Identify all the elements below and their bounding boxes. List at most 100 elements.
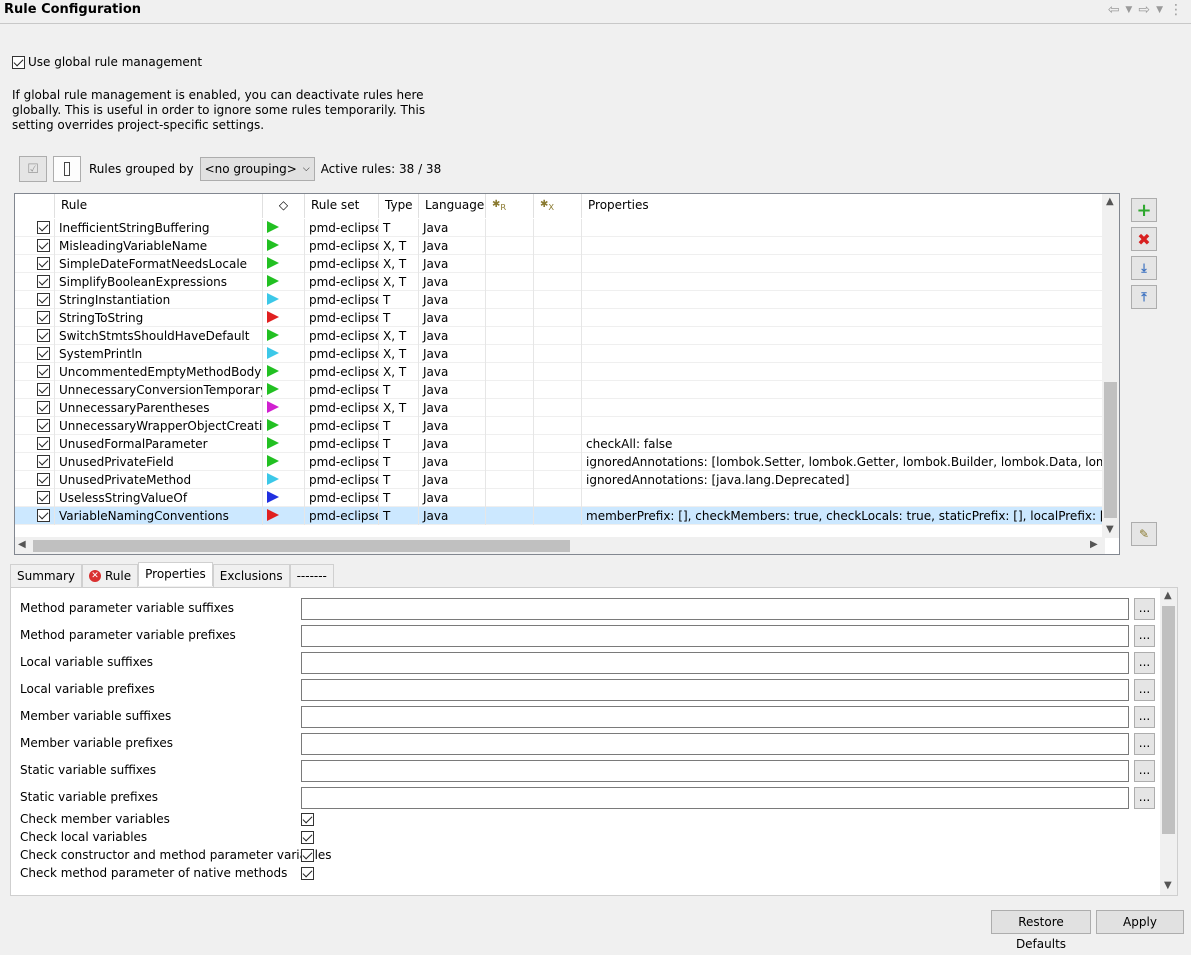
table-horizontal-scrollbar[interactable]: ◀ ▶ <box>15 537 1105 554</box>
tab-properties[interactable]: Properties <box>138 562 213 586</box>
table-row[interactable]: StringToString pmd-eclipse T Java <box>15 309 1104 327</box>
table-row[interactable]: UnnecessaryWrapperObjectCreation pmd-ecli… <box>15 417 1104 435</box>
rule-enabled-checkbox[interactable] <box>37 455 50 468</box>
property-checkbox[interactable] <box>301 849 314 862</box>
rule-enabled-checkbox[interactable] <box>37 365 50 378</box>
import-rules-button[interactable]: ⤓ <box>1131 256 1157 280</box>
global-rule-label: Use global rule management <box>28 55 203 69</box>
table-vertical-scrollbar[interactable]: ▲ ▼ <box>1102 194 1119 538</box>
rule-enabled-checkbox[interactable] <box>37 257 50 270</box>
more-menu-icon[interactable]: ⋮ <box>1169 2 1183 18</box>
table-row[interactable]: UncommentedEmptyMethodBody pmd-eclipse X, … <box>15 363 1104 381</box>
rule-enabled-checkbox[interactable] <box>37 437 50 450</box>
property-input[interactable] <box>301 760 1129 782</box>
rule-enabled-checkbox[interactable] <box>37 347 50 360</box>
property-browse-button[interactable]: ... <box>1134 706 1155 728</box>
rule-violation-x-icon[interactable]: ✱X <box>534 194 582 218</box>
back-dropdown-icon[interactable]: ▼ <box>1125 5 1132 18</box>
property-browse-button[interactable]: ... <box>1134 652 1155 674</box>
table-row[interactable]: UnnecessaryParentheses pmd-eclipse X, T Jav… <box>15 399 1104 417</box>
rule-enabled-checkbox[interactable] <box>37 275 50 288</box>
header-rule-set[interactable]: Rule set <box>305 194 379 218</box>
back-arrow-icon[interactable]: ⇦ <box>1108 2 1120 18</box>
property-input[interactable] <box>301 598 1129 620</box>
scroll-up-icon[interactable]: ▲ <box>1106 196 1114 207</box>
scroll-up-icon[interactable]: ▲ <box>1164 590 1172 601</box>
property-checkbox[interactable] <box>301 831 314 844</box>
table-row[interactable]: SimplifyBooleanExpressions pmd-eclipse X, … <box>15 273 1104 291</box>
apply-button[interactable]: Apply <box>1096 910 1184 934</box>
rule-name: StringInstantiation <box>55 291 263 309</box>
rule-enabled-checkbox[interactable] <box>37 509 50 522</box>
grouping-select[interactable]: <no grouping> ⌵ <box>199 157 315 181</box>
rule-enabled-checkbox[interactable] <box>37 221 50 234</box>
property-input[interactable] <box>301 652 1129 674</box>
forward-dropdown-icon[interactable]: ▼ <box>1156 5 1163 18</box>
rule-violation-r-icon[interactable]: ✱R <box>486 194 534 218</box>
rule-enabled-checkbox[interactable] <box>37 239 50 252</box>
sort-button[interactable] <box>53 156 81 182</box>
rule-enabled-checkbox[interactable] <box>37 293 50 306</box>
restore-defaults-button[interactable]: Restore Defaults <box>991 910 1091 951</box>
table-row[interactable]: UnusedPrivateField pmd-eclipse T Java ignore… <box>15 453 1104 471</box>
global-rule-management[interactable]: Use global rule management <box>12 55 202 69</box>
table-row[interactable]: StringInstantiation pmd-eclipse T Java <box>15 291 1104 309</box>
header-type[interactable]: Type <box>379 194 419 218</box>
rules-table[interactable]: Rule ◇ Rule set Type Language ✱R ✱X Prop… <box>14 193 1120 555</box>
scroll-left-icon[interactable]: ◀ <box>18 539 26 550</box>
table-row[interactable]: UnusedFormalParameter pmd-eclipse T Java che… <box>15 435 1104 453</box>
property-browse-button[interactable]: ... <box>1134 760 1155 782</box>
table-row[interactable]: UnusedPrivateMethod pmd-eclipse T Java ignor… <box>15 471 1104 489</box>
property-input[interactable] <box>301 733 1129 755</box>
header-rule[interactable]: Rule <box>55 194 263 218</box>
header-language[interactable]: Language <box>419 194 486 218</box>
property-input[interactable] <box>301 679 1129 701</box>
property-browse-button[interactable]: ... <box>1134 679 1155 701</box>
scroll-down-icon[interactable]: ▼ <box>1106 524 1114 535</box>
rule-enabled-checkbox[interactable] <box>37 311 50 324</box>
table-row[interactable]: UnnecessaryConversionTemporary pmd-eclips… <box>15 381 1104 399</box>
property-browse-button[interactable]: ... <box>1134 787 1155 809</box>
export-rules-button[interactable]: ⤒ <box>1131 285 1157 309</box>
scroll-right-icon[interactable]: ▶ <box>1090 539 1098 550</box>
tab-xpath[interactable]: ------- <box>289 564 334 587</box>
forward-arrow-icon[interactable]: ⇨ <box>1138 2 1150 18</box>
properties-vertical-scrollbar[interactable]: ▲ ▼ <box>1160 588 1177 895</box>
tab-rule[interactable]: ✕ Rule <box>82 564 139 587</box>
global-rule-checkbox[interactable] <box>12 55 25 69</box>
tab-exclusions[interactable]: Exclusions <box>212 564 290 587</box>
rule-enabled-checkbox[interactable] <box>37 383 50 396</box>
property-browse-button[interactable]: ... <box>1134 733 1155 755</box>
table-row[interactable]: InefficientStringBuffering pmd-eclipse T Ja… <box>15 219 1104 237</box>
add-rule-button[interactable]: + <box>1131 198 1157 222</box>
property-browse-button[interactable]: ... <box>1134 625 1155 647</box>
diamond-icon[interactable]: ◇ <box>263 194 305 218</box>
header-properties[interactable]: Properties <box>582 194 1105 218</box>
properties-scroll-thumb[interactable] <box>1162 606 1175 834</box>
check-all-button[interactable]: ☑ <box>19 156 47 182</box>
table-row[interactable]: SimpleDateFormatNeedsLocale pmd-eclipse X,… <box>15 255 1104 273</box>
property-checkbox[interactable] <box>301 813 314 826</box>
rule-enabled-checkbox[interactable] <box>37 329 50 342</box>
property-checkbox[interactable] <box>301 867 314 880</box>
table-row[interactable]: SystemPrintln pmd-eclipse X, T Java <box>15 345 1104 363</box>
rule-enabled-checkbox[interactable] <box>37 419 50 432</box>
table-row[interactable]: UselessStringValueOf pmd-eclipse T Java <box>15 489 1104 507</box>
horizontal-scroll-thumb[interactable] <box>33 540 570 552</box>
rule-enabled-checkbox[interactable] <box>37 473 50 486</box>
rule-enabled-checkbox[interactable] <box>37 401 50 414</box>
table-row[interactable]: MisleadingVariableName pmd-eclipse X, T Jav… <box>15 237 1104 255</box>
vertical-scroll-thumb[interactable] <box>1104 382 1117 518</box>
rule-enabled-checkbox[interactable] <box>37 491 50 504</box>
property-input[interactable] <box>301 625 1129 647</box>
tab-summary[interactable]: Summary <box>10 564 82 587</box>
property-input[interactable] <box>301 787 1129 809</box>
rule-type: X, T <box>379 363 419 381</box>
scroll-down-icon[interactable]: ▼ <box>1164 880 1172 891</box>
property-input[interactable] <box>301 706 1129 728</box>
property-browse-button[interactable]: ... <box>1134 598 1155 620</box>
edit-rule-button[interactable]: ✎ <box>1131 522 1157 546</box>
table-row[interactable]: SwitchStmtsShouldHaveDefault pmd-eclipse X… <box>15 327 1104 345</box>
remove-rule-button[interactable]: ✖ <box>1131 227 1157 251</box>
table-row[interactable]: VariableNamingConventions pmd-eclipse T Jav… <box>15 507 1104 525</box>
